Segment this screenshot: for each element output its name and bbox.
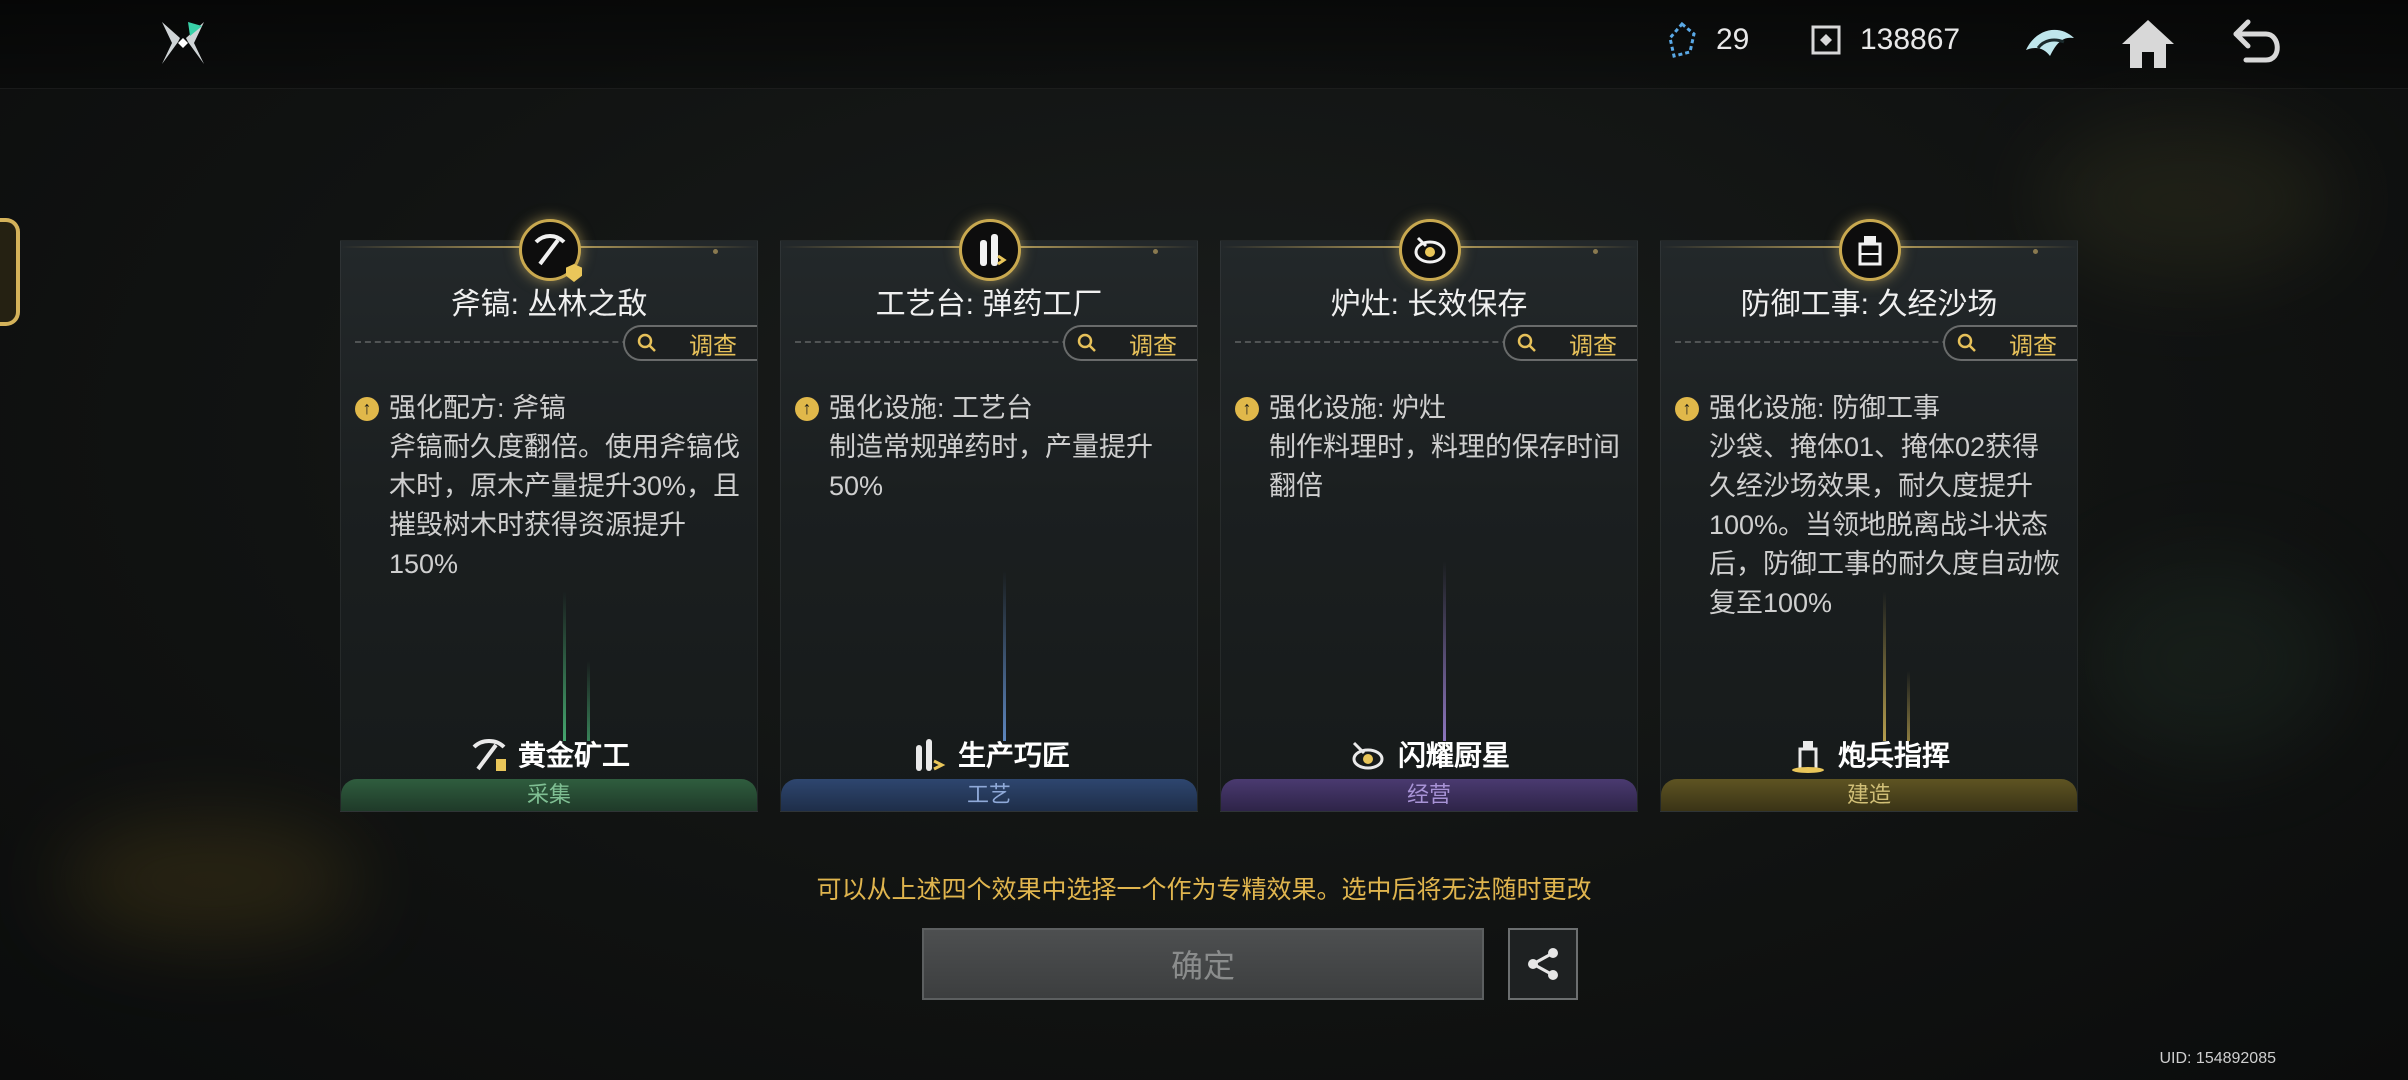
ammo-icon xyxy=(980,234,1007,266)
card-dot xyxy=(2033,249,2038,254)
artillery-tower-icon xyxy=(1791,741,1824,773)
ammo-icon xyxy=(915,739,946,771)
inspect-button[interactable]: 调查 xyxy=(1063,325,1197,361)
faction-emblem-icon[interactable] xyxy=(2020,14,2080,74)
crystal-count: 29 xyxy=(1716,23,1750,56)
category-label: 工艺 xyxy=(781,779,1197,811)
search-icon xyxy=(1517,333,1536,352)
light-beam xyxy=(563,591,566,741)
effect-head: 强化配方: 斧镐 xyxy=(389,393,567,423)
effect-head: 强化设施: 炉灶 xyxy=(1269,393,1447,423)
card-emblem xyxy=(519,219,582,282)
effect-description: ↑ 强化设施: 防御工事 沙袋、掩体01、掩体02获得久经沙场效果，耐久度提升10… xyxy=(1675,389,2063,623)
token-icon xyxy=(1811,25,1841,55)
search-icon xyxy=(1957,333,1976,352)
light-beam xyxy=(587,661,590,741)
card-title: 工艺台: 弹药工厂 xyxy=(875,288,1103,321)
specialization-card-1[interactable]: 斧镐: 丛林之敌 调查 ↑ 强化配方: 斧镐 斧镐耐久度翻倍。使用斧镐伐木时，原木… xyxy=(340,219,758,812)
role-name: 闪耀厨星 xyxy=(1397,740,1510,771)
effect-head: 强化设施: 防御工事 xyxy=(1709,393,1941,423)
specialization-card-2[interactable]: 工艺台: 弹药工厂 调查 ↑ 强化设施: 工艺台 制造常规弹药时，产量提升50% … xyxy=(780,219,1198,812)
background-glow xyxy=(2080,560,2340,760)
light-beam xyxy=(1003,571,1006,741)
selection-hint: 可以从上述四个效果中选择一个作为专精效果。选中后将无法随时更改 xyxy=(816,876,1592,904)
role-name: 黄金矿工 xyxy=(517,740,630,771)
card-title: 防御工事: 久经沙场 xyxy=(1740,288,1998,321)
specialization-card-4[interactable]: 防御工事: 久经沙场 调查 ↑ 强化设施: 防御工事 沙袋、掩体01、掩体02获得… xyxy=(1660,219,2078,812)
fortification-icon xyxy=(1858,236,1882,266)
effect-body: 制作料理时，料理的保存时间翻倍 xyxy=(1269,432,1620,501)
search-icon xyxy=(637,333,656,352)
upgrade-icon: ↑ xyxy=(1675,396,1699,421)
light-beam xyxy=(1883,591,1886,741)
card-dot xyxy=(713,249,718,254)
upgrade-icon: ↑ xyxy=(1235,396,1259,421)
category-label: 经营 xyxy=(1221,779,1637,811)
background-glow xyxy=(2040,120,2340,280)
role-label: 生产巧匠 xyxy=(781,733,1197,775)
pickaxe-icon xyxy=(472,739,506,771)
light-beam xyxy=(1443,561,1446,741)
pickaxe-icon xyxy=(534,234,566,266)
category-label: 采集 xyxy=(341,779,757,811)
effect-body: 沙袋、掩体01、掩体02获得久经沙场效果，耐久度提升100%。当领地脱离战斗状态… xyxy=(1709,432,2060,618)
crystal-resource: 29 xyxy=(1664,22,1749,58)
effect-head: 强化设施: 工艺台 xyxy=(829,393,1034,423)
card-emblem xyxy=(1839,219,1901,281)
game-logo-icon[interactable] xyxy=(158,18,208,68)
cooking-pot-icon xyxy=(1414,236,1446,264)
role-name: 炮兵指挥 xyxy=(1837,740,1950,771)
inspect-button[interactable]: 调查 xyxy=(1503,325,1637,361)
confirm-button[interactable]: 确定 xyxy=(922,928,1484,1000)
role-label: 黄金矿工 xyxy=(341,733,757,775)
back-icon[interactable] xyxy=(2226,14,2286,74)
light-beam xyxy=(1907,671,1910,741)
effect-description: ↑ 强化设施: 炉灶 制作料理时，料理的保存时间翻倍 xyxy=(1235,389,1623,506)
upgrade-icon: ↑ xyxy=(795,396,819,421)
inspect-button[interactable]: 调查 xyxy=(1943,325,2077,361)
role-name: 生产巧匠 xyxy=(957,740,1070,771)
effect-body: 斧镐耐久度翻倍。使用斧镐伐木时，原木产量提升30%，且摧毁树木时获得资源提升15… xyxy=(389,432,741,579)
token-resource: 138867 xyxy=(1808,22,1960,58)
card-title: 斧镐: 丛林之敌 xyxy=(450,288,648,321)
category-label: 建造 xyxy=(1661,779,2077,811)
card-emblem xyxy=(959,219,1021,281)
specialization-card-3[interactable]: 炉灶: 长效保存 调查 ↑ 强化设施: 炉灶 制作料理时，料理的保存时间翻倍 闪耀… xyxy=(1220,219,1638,812)
role-label: 闪耀厨星 xyxy=(1221,733,1637,775)
role-label: 炮兵指挥 xyxy=(1661,733,2077,775)
top-bar: 29 138867 xyxy=(0,0,2408,89)
inspect-label: 调查 xyxy=(1569,332,1617,360)
side-collapse-tab[interactable] xyxy=(0,218,20,326)
card-title: 炉灶: 长效保存 xyxy=(1330,288,1528,321)
inspect-label: 调查 xyxy=(1129,332,1177,360)
effect-body: 制造常规弹药时，产量提升50% xyxy=(829,432,1153,501)
cooking-pot-icon xyxy=(1352,741,1384,770)
crystal-icon xyxy=(1668,22,1696,58)
search-icon xyxy=(1077,333,1096,352)
upgrade-icon: ↑ xyxy=(355,396,379,421)
effect-description: ↑ 强化配方: 斧镐 斧镐耐久度翻倍。使用斧镐伐木时，原木产量提升30%，且摧毁树… xyxy=(355,389,743,584)
card-dot xyxy=(1593,249,1598,254)
home-icon[interactable] xyxy=(2118,14,2178,74)
token-count: 138867 xyxy=(1860,23,1961,56)
effect-description: ↑ 强化设施: 工艺台 制造常规弹药时，产量提升50% xyxy=(795,389,1183,506)
inspect-label: 调查 xyxy=(689,332,737,360)
share-icon xyxy=(1528,948,1558,980)
inspect-button[interactable]: 调查 xyxy=(623,325,757,361)
card-emblem xyxy=(1399,219,1461,281)
card-dot xyxy=(1153,249,1158,254)
user-id-label: UID: 154892085 xyxy=(2159,1050,2276,1067)
inspect-label: 调查 xyxy=(2009,332,2057,360)
share-button[interactable] xyxy=(1508,928,1578,1000)
